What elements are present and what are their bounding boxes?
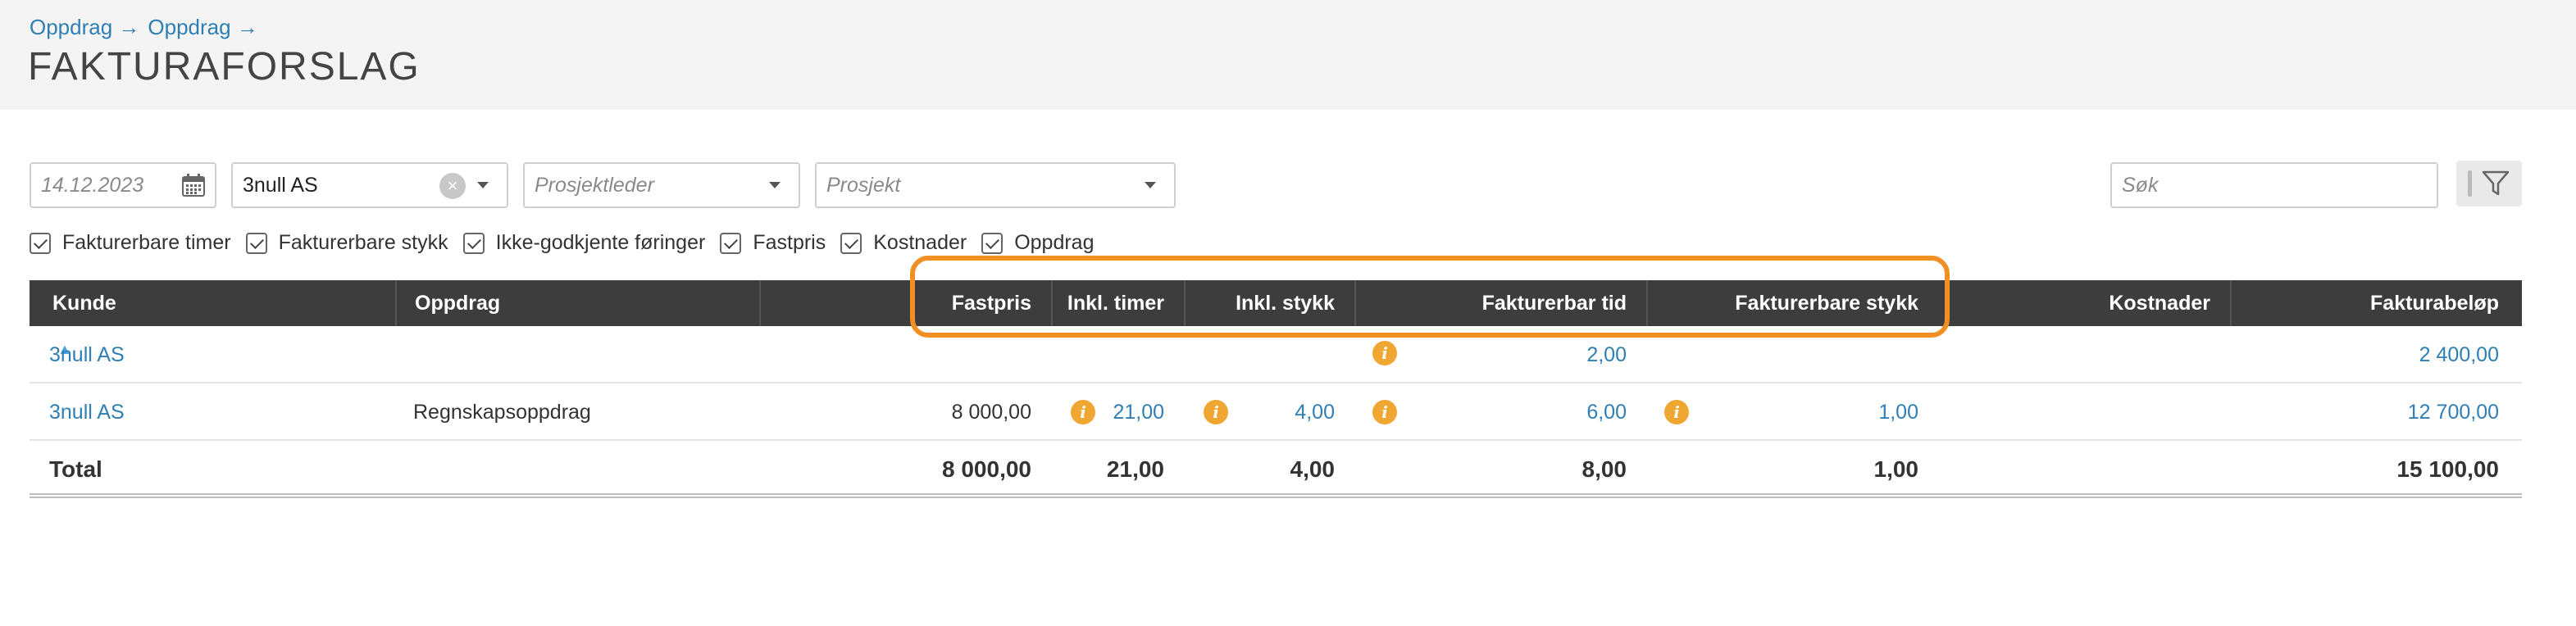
checkbox-oppdrag[interactable]: Oppdrag [981, 231, 1095, 255]
checkbox-label: Fakturerbare stykk [278, 231, 448, 254]
column-header-fakturabelop[interactable]: Fakturabeløp [2230, 280, 2522, 326]
checkbox-fakturerbare-stykk[interactable]: Fakturerbare stykk [245, 231, 448, 255]
total-row: Total 8 000,00 21,00 4,00 8,00 1,00 15 1… [30, 441, 2522, 498]
breadcrumb-link-oppdrag-2[interactable]: Oppdrag → [148, 15, 257, 40]
cell-fastpris: 8 000,00 [951, 401, 1031, 424]
chevron-down-icon [477, 182, 489, 188]
cell-fakturabelop[interactable]: 12 700,00 [2230, 383, 2499, 441]
date-value: 14.12.2023 [41, 173, 144, 197]
column-header-kunde[interactable]: Kunde ▲ [30, 280, 395, 357]
checkbox-label: Oppdrag [1014, 231, 1095, 254]
customer-value: 3null AS [243, 173, 318, 197]
checkbox-checked-icon[interactable] [30, 232, 51, 254]
cell-kunde[interactable]: 3null AS [49, 326, 125, 383]
filter-button[interactable] [2456, 161, 2522, 206]
checkbox-checked-icon[interactable] [840, 232, 862, 254]
date-field[interactable]: 14.12.2023 [30, 162, 216, 208]
cell-inkl-timer[interactable]: 21,00 [1051, 383, 1164, 441]
cell-inkl-stykk[interactable]: 4,00 [1184, 383, 1335, 441]
page-title: FAKTURAFORSLAG [28, 45, 421, 88]
breadcrumb-link-oppdrag-1[interactable]: Oppdrag → [30, 15, 139, 40]
cell-fakturerbare-stykk[interactable]: 1,00 [1646, 383, 1918, 441]
checkbox-checked-icon[interactable] [720, 232, 742, 254]
project-select[interactable]: Prosjekt [815, 162, 1176, 208]
highlight-annotation [910, 256, 1950, 338]
checkbox-checked-icon[interactable] [245, 232, 267, 254]
checkbox-checked-icon[interactable] [462, 232, 485, 254]
breadcrumb: Oppdrag → Oppdrag → [30, 15, 258, 40]
clear-icon[interactable]: × [439, 173, 466, 199]
checkbox-fakturerbare-timer[interactable]: Fakturerbare timer [30, 231, 231, 255]
column-header-kostnader[interactable]: Kostnader [1938, 280, 2230, 326]
total-fakturabelop: 15 100,00 [2396, 456, 2499, 482]
checkbox-label: Fakturerbare timer [62, 231, 231, 254]
project-placeholder: Prosjekt [826, 173, 901, 197]
total-inkl-stykk: 4,00 [1290, 456, 1336, 482]
column-header-label: Kostnader [2109, 292, 2210, 315]
column-header-oppdrag[interactable]: Oppdrag [395, 280, 759, 326]
total-label: Total [49, 456, 102, 482]
search-input[interactable]: Søk [2110, 162, 2438, 208]
cell-fakturabelop[interactable]: 2 400,00 [2230, 326, 2499, 383]
filter-icon [2482, 170, 2510, 196]
checkbox-ikke-godkjente-foringer[interactable]: Ikke-godkjente føringer [462, 231, 706, 255]
total-fakturerbar-tid: 8,00 [1582, 456, 1627, 482]
column-header-label: Fakturabeløp [2370, 292, 2499, 315]
checkbox-label: Fastpris [753, 231, 826, 254]
cell-fakturerbar-tid[interactable]: 6,00 [1354, 383, 1627, 441]
divider-handle [2468, 170, 2472, 197]
checkbox-label: Kostnader [873, 231, 967, 254]
checkbox-kostnader[interactable]: Kostnader [840, 231, 967, 255]
column-header-label: Oppdrag [415, 292, 501, 315]
checkbox-group: Fakturerbare timer Fakturerbare stykk Ik… [30, 231, 1109, 255]
total-inkl-timer: 21,00 [1106, 456, 1164, 482]
cell-oppdrag: Regnskapsoppdrag [413, 401, 591, 424]
search-placeholder: Søk [2122, 173, 2159, 197]
customer-select[interactable]: 3null AS × [231, 162, 508, 208]
cell-kunde[interactable]: 3null AS [49, 383, 125, 441]
total-fakturerbare-stykk: 1,00 [1873, 456, 1919, 482]
chevron-down-icon [1145, 182, 1156, 188]
total-fastpris: 8 000,00 [942, 456, 1031, 482]
page-header: Oppdrag → Oppdrag → FAKTURAFORSLAG [0, 0, 2576, 110]
calendar-icon[interactable] [180, 172, 207, 198]
table-row: 3null AS Regnskapsoppdrag 8 000,00 i 21,… [30, 383, 2522, 441]
checkbox-label: Ikke-godkjente føringer [495, 231, 706, 254]
column-header-label: Kunde [52, 292, 116, 315]
project-manager-placeholder: Prosjektleder [535, 173, 654, 197]
project-manager-select[interactable]: Prosjektleder [523, 162, 800, 208]
checkbox-fastpris[interactable]: Fastpris [720, 231, 826, 255]
chevron-down-icon [769, 182, 781, 188]
checkbox-checked-icon[interactable] [981, 232, 1004, 254]
